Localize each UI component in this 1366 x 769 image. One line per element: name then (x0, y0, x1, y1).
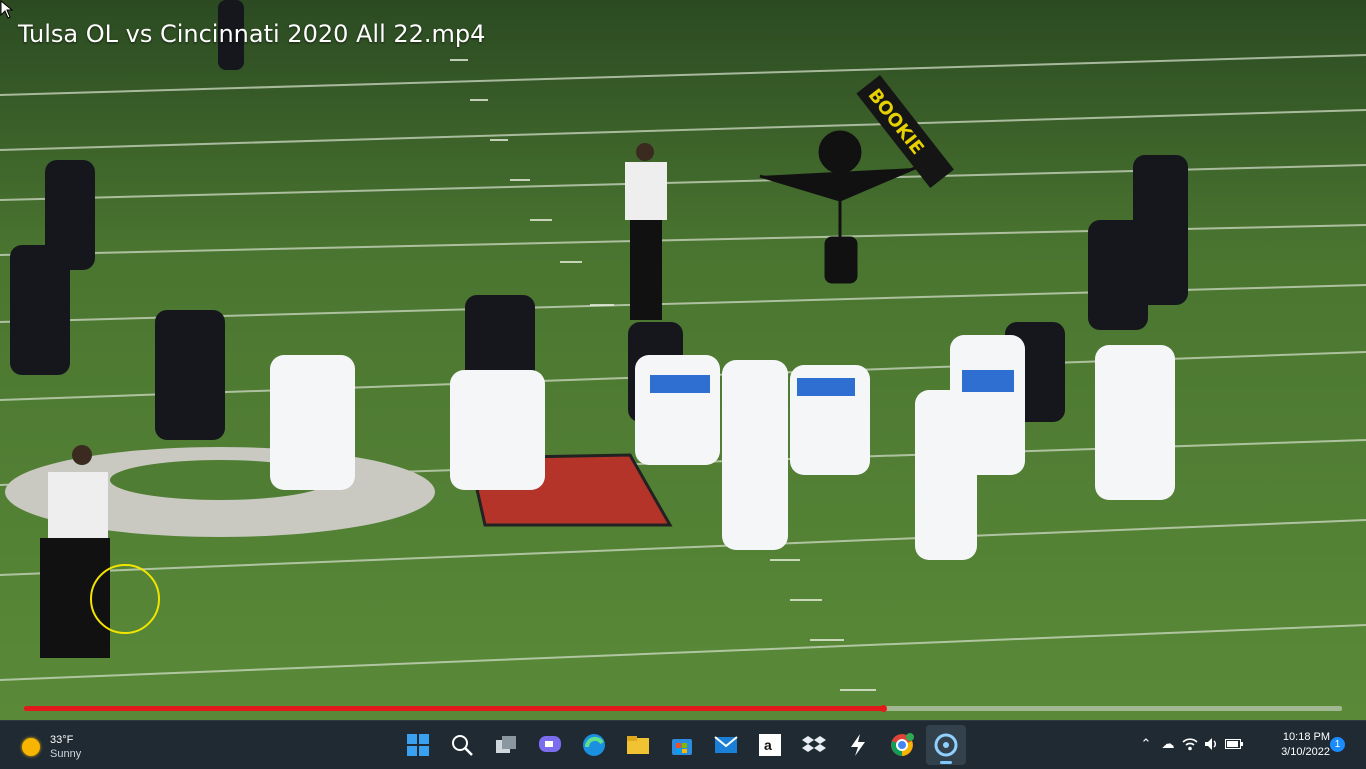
chrome-icon[interactable] (882, 725, 922, 765)
chat-icon[interactable] (530, 725, 570, 765)
cursor-highlight-ring (90, 564, 160, 634)
notification-badge[interactable]: 1 (1330, 737, 1345, 752)
task-view-icon[interactable] (486, 725, 526, 765)
mail-icon[interactable] (706, 725, 746, 765)
system-tray: ⌃ ☁ (1135, 733, 1245, 755)
svg-text:a: a (764, 737, 772, 753)
weather-widget[interactable]: 33°F Sunny (22, 733, 81, 761)
start-icon[interactable] (398, 725, 438, 765)
search-icon[interactable] (442, 725, 482, 765)
progress-handle[interactable] (880, 705, 888, 712)
weather-condition: Sunny (50, 748, 82, 760)
clock-date: 3/10/2022 (1281, 746, 1330, 758)
wifi-icon[interactable] (1179, 733, 1201, 755)
amazon-icon[interactable]: a (750, 725, 790, 765)
video-title: Tulsa OL vs Cincinnati 2020 All 22.mp4 (18, 20, 486, 48)
clock-time: 10:18 PM (1282, 731, 1330, 743)
file-explorer-icon[interactable] (618, 725, 658, 765)
edge-icon[interactable] (574, 725, 614, 765)
system-clock[interactable]: 10:18 PM 3/10/2022 (1262, 730, 1330, 760)
taskbar: 33°F Sunny a ⌃ ☁ 10:18 PM 3/10/2022 1 (0, 720, 1366, 769)
video-player[interactable]: BOOKIE Tulsa OL vs Cincinnati 2020 All 2… (0, 0, 1366, 720)
battery-icon[interactable] (1223, 733, 1245, 755)
sun-icon (22, 738, 40, 756)
bolt-app-icon[interactable] (838, 725, 878, 765)
progress-fill (24, 706, 884, 711)
mouse-cursor-icon (0, 0, 14, 19)
chevron-up-icon[interactable]: ⌃ (1135, 733, 1157, 755)
volume-icon[interactable] (1201, 733, 1223, 755)
video-progress-bar[interactable] (24, 705, 1342, 712)
weather-temp: 33°F (50, 734, 74, 746)
dropbox-icon[interactable] (794, 725, 834, 765)
onedrive-icon[interactable]: ☁ (1157, 733, 1179, 755)
store-icon[interactable] (662, 725, 702, 765)
cortana-icon[interactable] (926, 725, 966, 765)
video-frame: BOOKIE (0, 0, 1366, 720)
taskbar-apps: a (398, 725, 970, 765)
